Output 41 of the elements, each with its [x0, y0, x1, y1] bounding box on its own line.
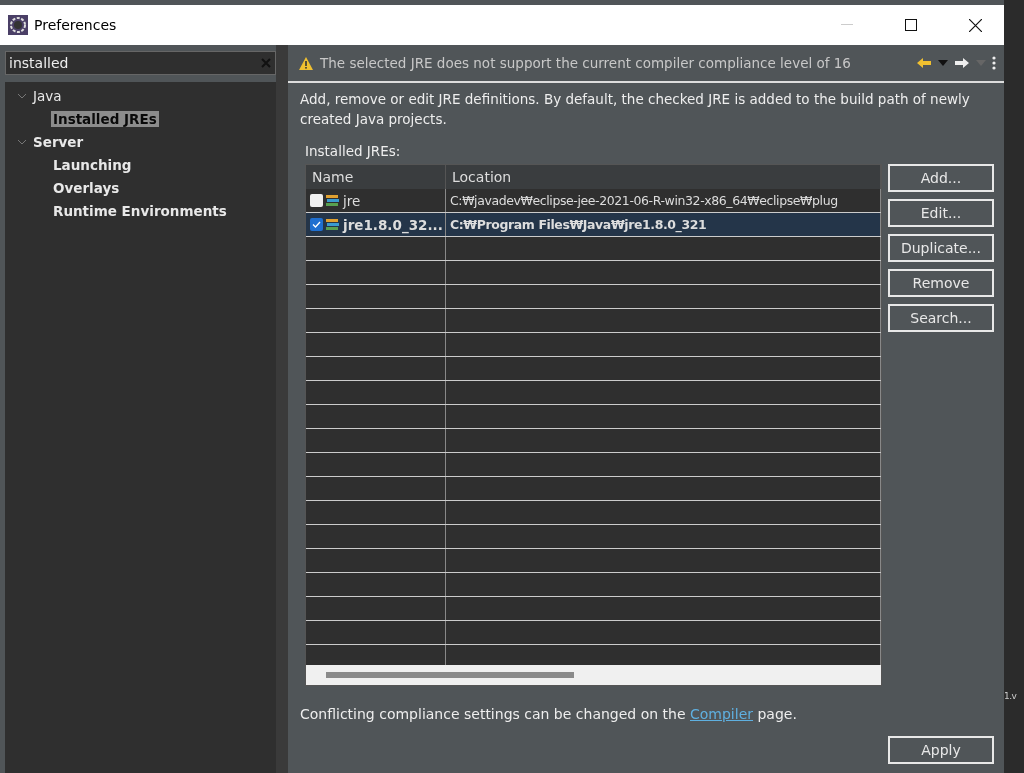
close-icon[interactable]	[968, 18, 982, 32]
gear-icon	[8, 15, 28, 35]
chevron-down-icon[interactable]	[17, 138, 27, 145]
action-button[interactable]: Remove	[888, 269, 994, 297]
tree-item[interactable]: Overlays	[51, 179, 122, 196]
column-header[interactable]: Location	[446, 165, 881, 189]
tree-item[interactable]: Java	[31, 87, 64, 104]
table-row[interactable]: jre1.8.0_32... C:₩Program Files₩Java₩jre1.8.0_321	[306, 213, 881, 237]
checkbox[interactable]	[310, 218, 323, 231]
table-cell: C:₩Program Files₩Java₩jre1.8.0_321	[450, 217, 707, 232]
tree-item[interactable]: Server	[31, 133, 86, 150]
more-icon[interactable]	[992, 56, 996, 70]
filter-field[interactable]: installed	[5, 51, 277, 75]
footer-text: Conflicting compliance settings can be changed on the Compiler page.	[300, 706, 798, 722]
table-cell: jre	[343, 192, 361, 209]
background-text: 1.v	[1004, 691, 1018, 701]
action-button[interactable]: Edit...	[888, 199, 994, 227]
warning-icon	[298, 55, 314, 71]
action-button[interactable]: Duplicate...	[888, 234, 994, 262]
maximize-icon[interactable]	[905, 19, 917, 31]
chevron-down-icon[interactable]	[17, 92, 27, 99]
checkbox[interactable]	[310, 194, 323, 207]
tree-item[interactable]: Runtime Environments	[51, 202, 229, 219]
message-text: The selected JRE does not support the current compiler compliance level of 16	[320, 55, 852, 71]
apply-button[interactable]: Apply	[888, 736, 994, 764]
action-button[interactable]: Add...	[888, 164, 994, 192]
column-header[interactable]: Name	[306, 165, 446, 189]
library-books-icon	[326, 219, 340, 230]
tree-item[interactable]: Launching	[51, 156, 134, 173]
scrollbar-thumb[interactable]	[326, 672, 574, 678]
dropdown-icon[interactable]	[938, 60, 948, 66]
forward-arrow-icon[interactable]	[954, 57, 970, 69]
description-text: Add, remove or edit JRE definitions. By default, the checked JRE is added to the build path of newly created Java projects.	[300, 90, 971, 129]
table-label: Installed JREs:	[305, 143, 402, 159]
table-cell: jre1.8.0_32...	[343, 216, 443, 233]
back-arrow-icon[interactable]	[916, 57, 932, 69]
table-cell: C:₩javadev₩eclipse-jee-2021-06-R-win32-x86_64₩eclipse₩plug	[450, 193, 838, 208]
library-books-icon	[326, 195, 340, 206]
window-title: Preferences	[34, 17, 118, 33]
tree-item[interactable]: Installed JREs	[51, 110, 159, 127]
action-button[interactable]: Search...	[888, 304, 994, 332]
